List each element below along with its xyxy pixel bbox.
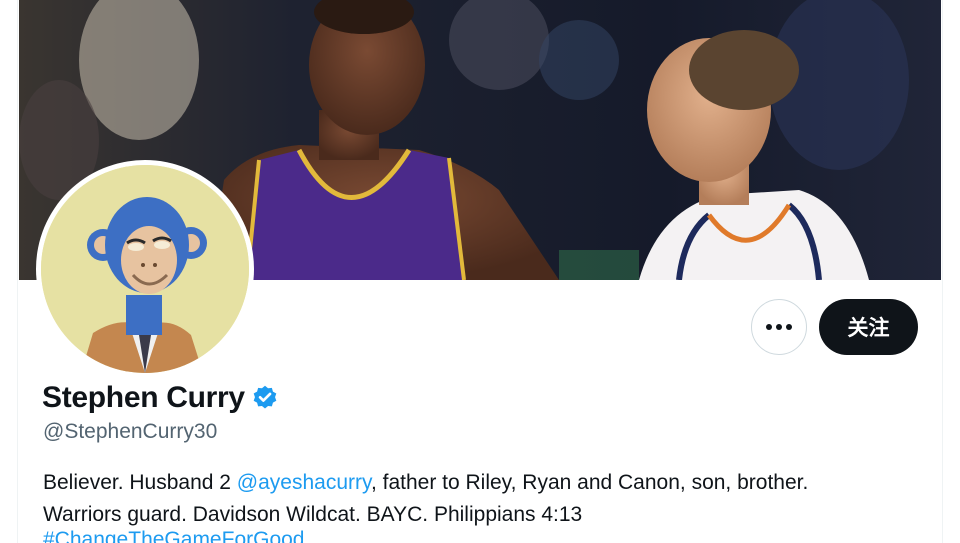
profile-page: 关注 Stephen Curry @StephenCurry30 Believe… xyxy=(0,0,960,543)
profile-display-name: Stephen Curry xyxy=(42,381,245,414)
bio-hashtag-link[interactable]: #ChangeTheGameForGood xyxy=(43,528,305,543)
profile-name-row: Stephen Curry xyxy=(42,381,279,415)
bio-text: Believer. Husband 2 xyxy=(43,471,237,494)
right-gutter xyxy=(942,0,960,543)
avatar-image xyxy=(41,165,249,373)
bored-ape-avatar-icon xyxy=(41,165,249,373)
profile-handle: @StephenCurry30 xyxy=(43,420,218,443)
profile-avatar[interactable] xyxy=(36,160,254,378)
more-options-button[interactable] xyxy=(751,299,807,355)
bio-mention-link[interactable]: @ayeshacurry xyxy=(237,471,371,494)
more-dots-icon xyxy=(766,324,792,330)
bio-text: , father to Riley, Ryan and Canon, son, … xyxy=(370,471,809,494)
verified-badge-icon[interactable] xyxy=(251,384,279,412)
bio-text: Warriors guard. Davidson Wildcat. BAYC. … xyxy=(43,503,583,526)
left-gutter xyxy=(0,0,18,543)
follow-button[interactable]: 关注 xyxy=(819,299,918,355)
profile-bio: Believer. Husband 2 @ayeshacurry, father… xyxy=(43,467,923,531)
